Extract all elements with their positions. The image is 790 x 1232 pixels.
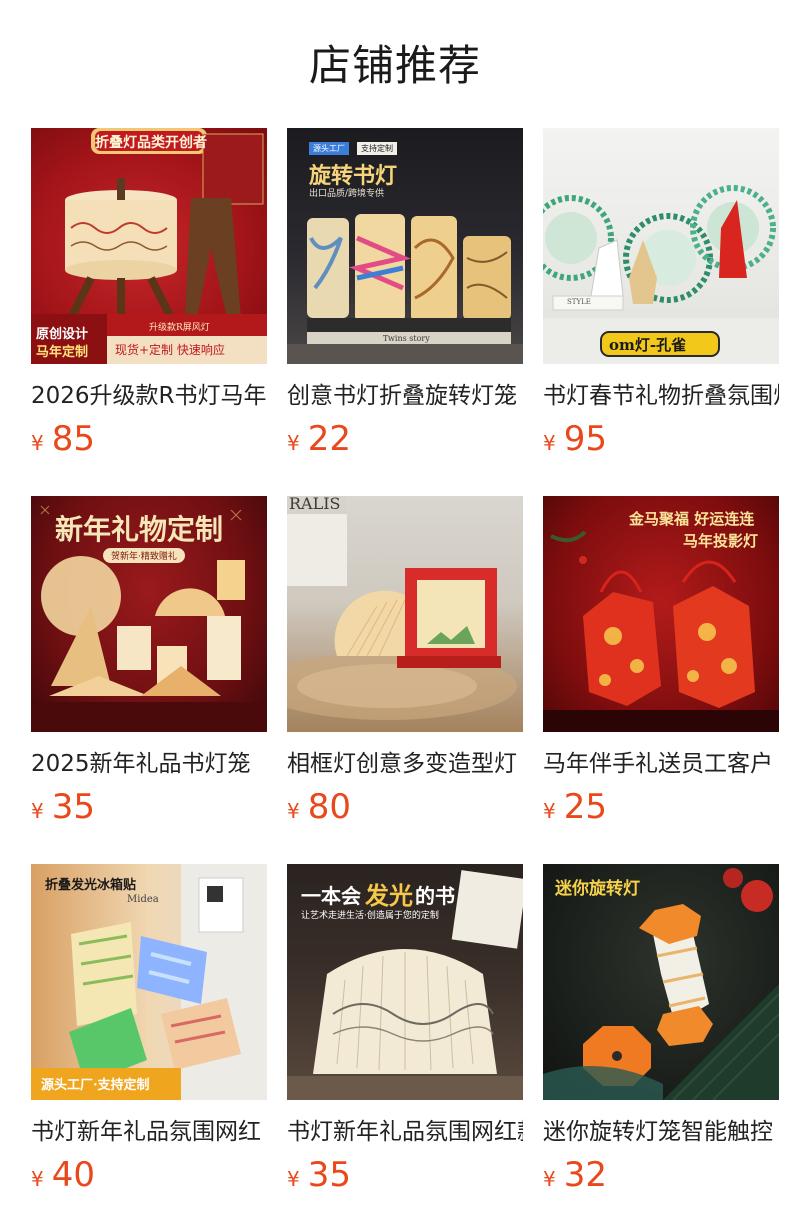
price-value: 40 [51,1155,95,1195]
image-headline: 迷你旋转灯 [555,879,640,899]
image-line-2: 马年投影灯 [683,532,759,550]
currency-symbol: ¥ [287,431,300,455]
image-brand-text: Midea [127,894,159,905]
product-price: ¥22 [287,418,523,460]
page-title: 店铺推荐 [308,41,481,90]
product-price: ¥40 [31,1154,267,1196]
product-card-6[interactable]: 金马聚福 好运连连 马年投影灯 马年伴手礼送员工客户 ¥25 [543,496,779,832]
product-card-8[interactable]: 一本会 发光 的书 让艺术走进生活·创造属于您的定制 书灯新年礼品氛围网红款 ¥… [287,864,523,1200]
image-headline-b: 发光 [365,881,413,910]
image-top-text: 折叠发光冰箱贴 [45,878,137,893]
image-pill-1: 源头工厂 [309,142,349,155]
price-value: 80 [307,787,351,827]
image-pill-2: 支持定制 [357,142,397,155]
product-card-7[interactable]: 折叠发光冰箱贴 Midea 源头工厂·支持定制 书灯新年礼品氛围网红 ¥40 [31,864,267,1200]
product-price: ¥95 [543,418,779,460]
price-value: 32 [563,1155,607,1195]
product-title[interactable]: 2025新年礼品书灯笼 [31,748,267,780]
price-value: 85 [51,419,95,459]
product-title[interactable]: 迷你旋转灯笼智能触控 [543,1116,779,1148]
mini-rotating-lantern-illustration [543,868,779,1100]
product-title[interactable]: 书灯新年礼品氛围网红款 [287,1116,523,1148]
price-value: 35 [51,787,95,827]
product-price: ¥80 [287,786,523,828]
product-image-6[interactable]: 金马聚福 好运连连 马年投影灯 [543,496,779,732]
product-title[interactable]: 创意书灯折叠旋转灯笼 [287,380,523,412]
product-image-2[interactable]: 源头工厂 支持定制 旋转书灯 出口品质/跨境专供 Twins story [287,128,523,364]
product-title[interactable]: 相框灯创意多变造型灯 [287,748,523,780]
product-image-9[interactable]: 迷你旋转灯 [543,864,779,1100]
product-image-7[interactable]: 折叠发光冰箱贴 Midea 源头工厂·支持定制 [31,864,267,1100]
currency-symbol: ¥ [543,799,556,823]
product-price: ¥25 [543,786,779,828]
product-price: ¥32 [543,1154,779,1196]
product-image-1[interactable]: 折叠灯品类开创者 升级款R屏风灯 原创设计 马年定制 现货+定制 快速响应 [31,128,267,364]
image-banner-text: 折叠灯品类开创者 [95,135,207,151]
currency-symbol: ¥ [31,431,44,455]
currency-symbol: ¥ [31,799,44,823]
product-image-4[interactable]: 新年礼物定制 贺新年·精致赠礼 [31,496,267,732]
product-price: ¥35 [287,1154,523,1196]
price-value: 25 [563,787,607,827]
product-image-3[interactable]: STYLE om灯-孔雀 [543,128,779,364]
image-headline-a: 一本会 [301,884,361,908]
product-title[interactable]: 书灯新年礼品氛围网红 [31,1116,267,1148]
image-badge-line2: 马年定制 [36,345,89,360]
photo-frame-lamp-illustration [287,496,517,720]
image-bottom-text: 现货+定制 快速响应 [115,343,225,357]
product-image-8[interactable]: 一本会 发光 的书 让艺术走进生活·创造属于您的定制 [287,864,523,1100]
image-sub-text: 升级款R屏风灯 [149,323,210,333]
currency-symbol: ¥ [287,1167,300,1191]
product-price: ¥35 [31,786,267,828]
image-style-text: STYLE [567,298,591,306]
product-grid: 折叠灯品类开创者 升级款R屏风灯 原创设计 马年定制 现货+定制 快速响应 20… [31,128,779,1200]
image-sub: 出口品质/跨境专供 [309,189,385,199]
currency-symbol: ¥ [31,1167,44,1191]
store-recommend-page: 店铺推荐 折叠灯品类开创者 升级款R屏风灯 原创设计 马年定制 现货+定制 快速… [0,0,790,1232]
product-card-3[interactable]: STYLE om灯-孔雀 书灯春节礼物折叠氛围灯 ¥95 [543,128,779,464]
image-headline-c: 的书 [415,884,455,908]
image-headline: 新年礼物定制 [55,513,224,546]
product-title[interactable]: 2026升级款R书灯马年 [31,380,267,412]
product-card-1[interactable]: 折叠灯品类开创者 升级款R屏风灯 原创设计 马年定制 现货+定制 快速响应 20… [31,128,267,464]
product-title[interactable]: 马年伴手礼送员工客户 [543,748,779,780]
product-card-9[interactable]: 迷你旋转灯 迷你旋转灯笼智能触控 ¥32 [543,864,779,1200]
image-label: om灯-孔雀 [609,336,687,354]
peacock-fan-lamps-illustration [543,185,779,364]
image-sub: 贺新年·精致赠礼 [103,548,185,563]
price-value: 22 [307,419,351,459]
image-sub: 让艺术走进生活·创造属于您的定制 [301,911,439,921]
price-value: 35 [307,1155,351,1195]
price-value: 95 [563,419,607,459]
product-card-5[interactable]: RALIS 相框灯创意多变造型灯 ¥80 [287,496,523,832]
currency-symbol: ¥ [543,1167,556,1191]
product-image-5[interactable]: RALIS [287,496,523,732]
product-title[interactable]: 书灯春节礼物折叠氛围灯 [543,380,779,412]
image-bottom-text: 源头工厂·支持定制 [41,1078,150,1093]
product-card-2[interactable]: 源头工厂 支持定制 旋转书灯 出口品质/跨境专供 Twins story 创意书… [287,128,523,464]
image-line-1: 金马聚福 好运连连 [629,510,755,528]
currency-symbol: ¥ [287,799,300,823]
product-price: ¥85 [31,418,267,460]
image-corner-text: RALIS [289,496,341,513]
currency-symbol: ¥ [543,431,556,455]
product-card-4[interactable]: 新年礼物定制 贺新年·精致赠礼 2025新年礼品书灯笼 ¥35 [31,496,267,832]
image-badge-line1: 原创设计 [36,327,89,342]
image-book-label: Twins story [383,334,430,343]
